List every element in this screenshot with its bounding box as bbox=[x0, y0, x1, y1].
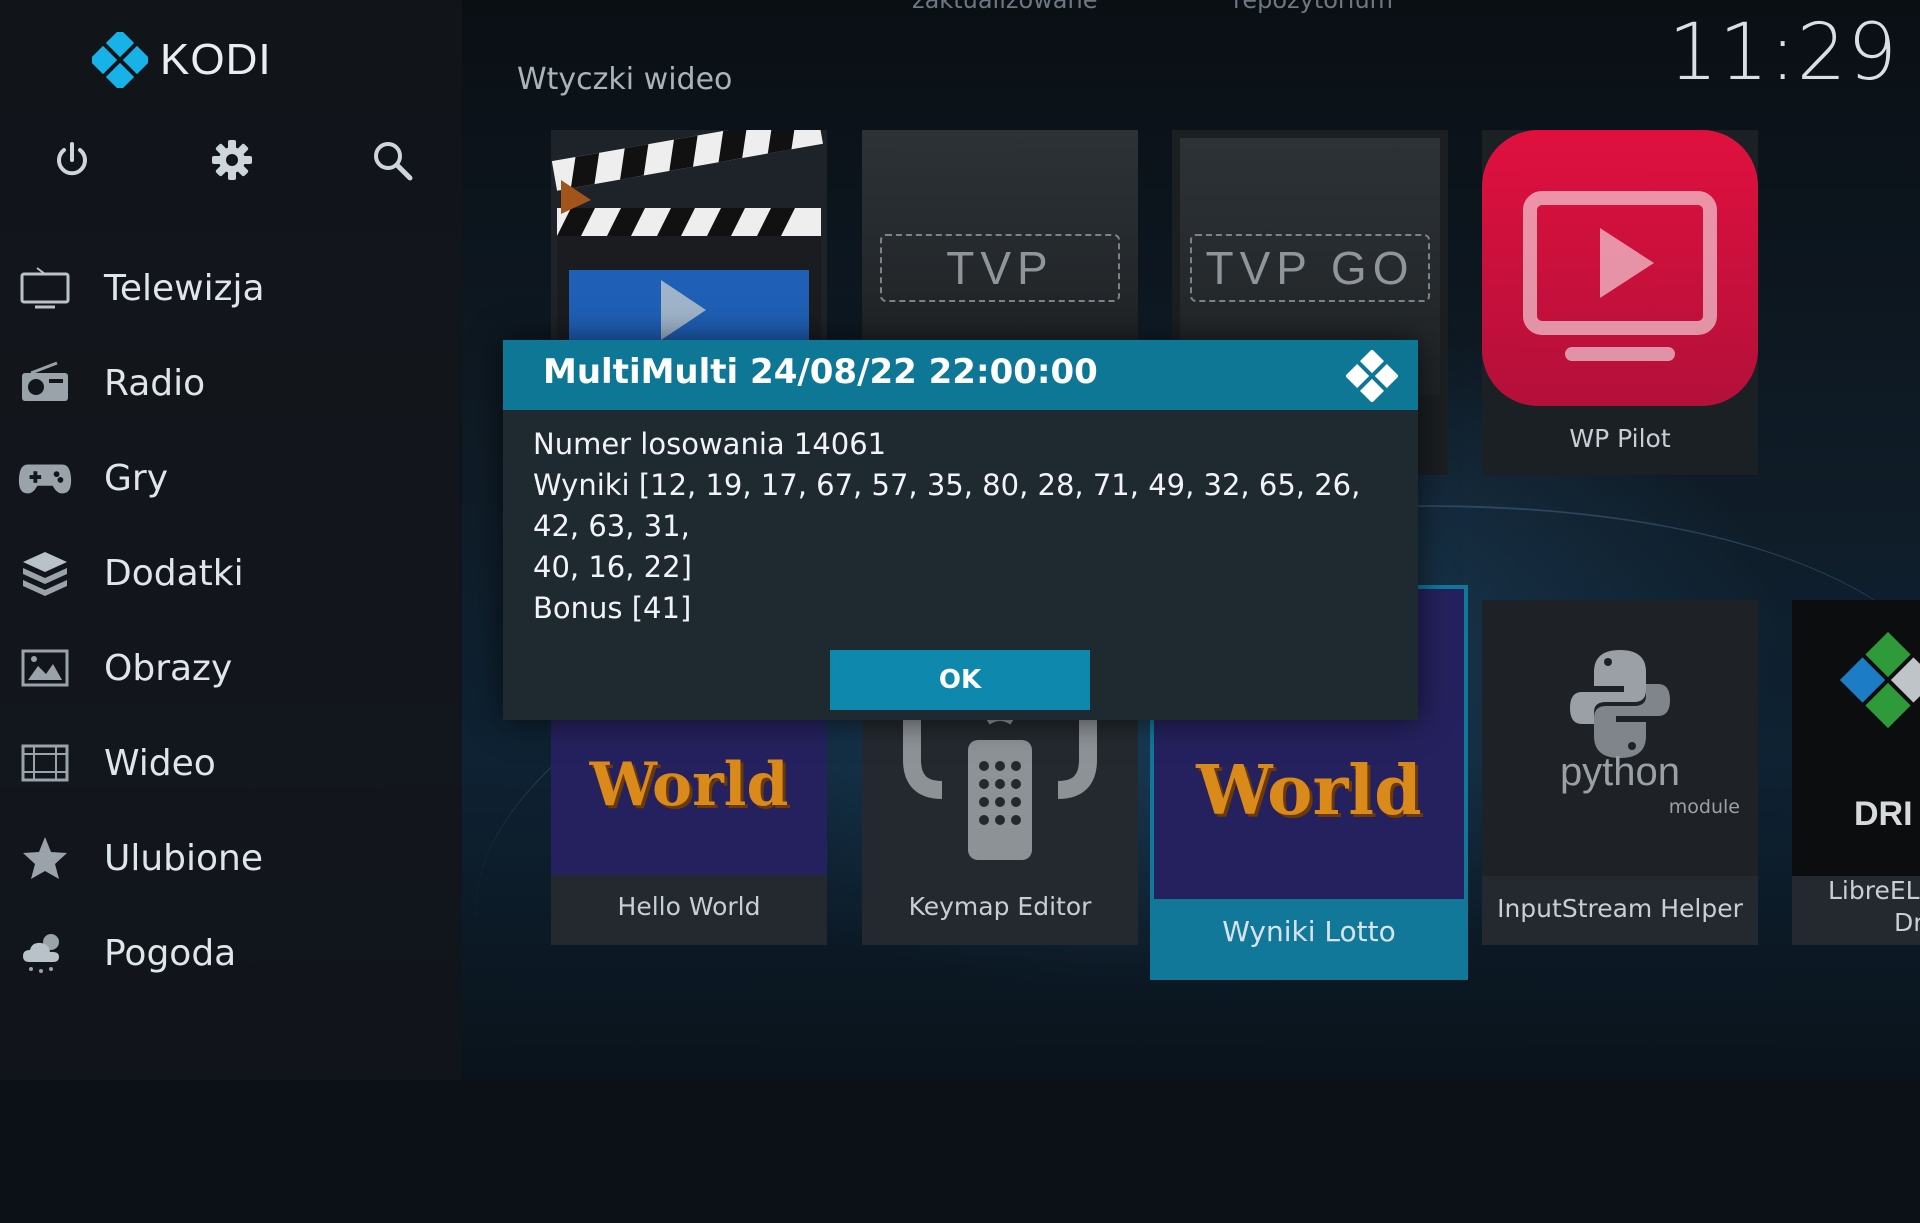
sidebar-item-label: Ulubione bbox=[104, 837, 264, 879]
dialog-header: MultiMulti 24/08/22 22:00:00 bbox=[503, 340, 1418, 410]
tile-label: LibreELE bbox=[1828, 876, 1920, 905]
remote-control-icon bbox=[903, 701, 1097, 860]
results-dialog: MultiMulti 24/08/22 22:00:00 Numer losow… bbox=[503, 340, 1418, 720]
gear-icon bbox=[212, 140, 252, 180]
tile-label: Hello World bbox=[617, 892, 761, 921]
sidebar-item-label: Obrazy bbox=[104, 647, 233, 689]
settings-button[interactable] bbox=[204, 132, 260, 188]
module-text: module bbox=[1668, 796, 1740, 818]
star-icon bbox=[18, 834, 72, 882]
sidebar-item-label: Wideo bbox=[104, 742, 216, 784]
addon-tile-video[interactable] bbox=[551, 130, 827, 345]
kodi-logo-text: KODI bbox=[160, 35, 272, 84]
sidebar-item-radio[interactable]: Radio bbox=[0, 343, 462, 423]
gamepad-icon bbox=[18, 454, 72, 502]
libreelec-art: DRI bbox=[1792, 600, 1920, 876]
picture-icon bbox=[18, 644, 72, 692]
results-line: Wyniki [12, 19, 17, 67, 57, 35, 80, 28, … bbox=[533, 468, 1361, 543]
clapperboard-icon bbox=[551, 130, 823, 345]
clock: 11:29 bbox=[1668, 8, 1898, 98]
kodi-logo: KODI bbox=[92, 32, 272, 88]
addon-tile-hello-world[interactable]: World Hello World bbox=[551, 700, 827, 945]
sidebar: KODI Telewizja Radio Gry Dodatki Obrazy … bbox=[0, 0, 462, 1080]
tile-label: Keymap Editor bbox=[908, 892, 1092, 921]
python-logo-icon bbox=[1570, 650, 1670, 758]
tvp-logo: TVP bbox=[880, 234, 1120, 302]
tv-icon bbox=[18, 264, 72, 312]
sidebar-item-games[interactable]: Gry bbox=[0, 438, 462, 518]
tile-label: Wyniki Lotto bbox=[1222, 915, 1396, 948]
radio-icon bbox=[18, 359, 72, 407]
addon-tile-inputstream-helper[interactable]: python module InputStream Helper bbox=[1482, 600, 1758, 945]
tvp-go-logo: TVP GO bbox=[1190, 234, 1430, 302]
hello-world-art: World bbox=[551, 700, 827, 875]
tile-label-line2: Dr bbox=[1894, 908, 1920, 937]
sidebar-item-weather[interactable]: Pogoda bbox=[0, 913, 462, 993]
tile-label: InputStream Helper bbox=[1497, 894, 1743, 923]
tile-label: WP Pilot bbox=[1569, 424, 1671, 453]
section-title: Wtyczki wideo bbox=[517, 62, 733, 97]
power-button[interactable] bbox=[44, 132, 100, 188]
dialog-message: Numer losowania 14061 Wyniki [12, 19, 17… bbox=[533, 424, 1403, 629]
results-line-continued: 40, 16, 22] bbox=[533, 550, 692, 584]
weather-icon bbox=[18, 929, 72, 977]
sidebar-item-pictures[interactable]: Obrazy bbox=[0, 628, 462, 708]
draw-number-line: Numer losowania 14061 bbox=[533, 427, 887, 461]
search-button[interactable] bbox=[364, 132, 420, 188]
sidebar-item-label: Dodatki bbox=[104, 552, 244, 594]
sidebar-item-addons[interactable]: Dodatki bbox=[0, 533, 462, 613]
ok-button[interactable]: OK bbox=[830, 650, 1090, 710]
driver-text: DRI bbox=[1854, 795, 1913, 833]
addon-tile-wp-pilot[interactable]: WP Pilot bbox=[1482, 130, 1758, 475]
addon-tile-libreelec-drivers[interactable]: DRI LibreELE Dr bbox=[1792, 600, 1920, 945]
power-icon bbox=[57, 142, 87, 176]
search-icon bbox=[374, 142, 413, 181]
sidebar-item-label: Telewizja bbox=[104, 267, 265, 309]
libreelec-logo-icon bbox=[1839, 631, 1920, 729]
python-module-art: python module bbox=[1482, 600, 1758, 876]
python-text: python bbox=[1559, 750, 1681, 794]
kodi-logo-icon bbox=[92, 32, 148, 88]
sidebar-item-favourites[interactable]: Ulubione bbox=[0, 818, 462, 898]
sidebar-item-tv[interactable]: Telewizja bbox=[0, 248, 462, 328]
top-hint-repository: repozytorium bbox=[1233, 0, 1394, 14]
wp-pilot-logo bbox=[1482, 130, 1758, 406]
film-icon bbox=[18, 739, 72, 787]
sidebar-item-video[interactable]: Wideo bbox=[0, 723, 462, 803]
sidebar-item-label: Pogoda bbox=[104, 932, 237, 974]
sidebar-item-label: Gry bbox=[104, 457, 169, 499]
addon-tile-keymap-editor[interactable]: Keymap Editor bbox=[862, 700, 1138, 945]
bonus-line: Bonus [41] bbox=[533, 591, 692, 625]
box-icon bbox=[18, 549, 72, 597]
top-hint-updated: zaktualizowane bbox=[912, 0, 1098, 14]
tv-play-icon bbox=[1523, 191, 1717, 361]
addon-tile-tvp[interactable]: TVP bbox=[862, 130, 1138, 345]
sidebar-item-label: Radio bbox=[104, 362, 206, 404]
dialog-title: MultiMulti 24/08/22 22:00:00 bbox=[543, 352, 1098, 392]
kodi-logo-icon bbox=[1346, 350, 1398, 402]
